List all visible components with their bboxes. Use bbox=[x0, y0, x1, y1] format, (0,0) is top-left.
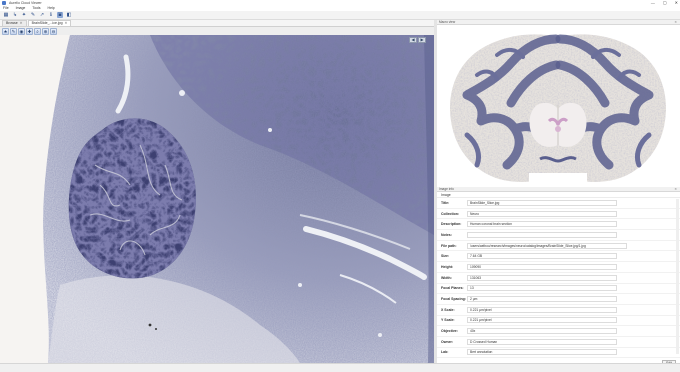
info-label: Height: bbox=[441, 264, 454, 269]
info-value-field[interactable]: Bert annotation bbox=[467, 349, 617, 356]
info-label: Objective: bbox=[441, 329, 458, 334]
close-icon[interactable]: ✕ bbox=[20, 21, 23, 26]
info-value-field[interactable] bbox=[467, 231, 617, 238]
brain-thumbnail bbox=[437, 25, 680, 187]
slide-overview[interactable] bbox=[437, 25, 680, 187]
crosshair-icon[interactable]: ✚ bbox=[26, 27, 33, 35]
info-row: Collection: Neuro bbox=[437, 209, 680, 220]
info-value-field[interactable]: /users/aelbou/research/images/neuro/cata… bbox=[467, 242, 627, 249]
info-row: Focal Planes: 13 bbox=[437, 284, 680, 295]
info-value-field[interactable]: 40x bbox=[467, 328, 617, 335]
info-value-field[interactable]: Human coronal brain section bbox=[467, 221, 617, 228]
info-label: Focal Spacing: bbox=[441, 297, 466, 302]
info-label: Lab: bbox=[441, 350, 449, 355]
info-value-field[interactable]: 0.221 µm/pixel bbox=[467, 317, 617, 324]
info-row: Objective: 40x bbox=[437, 326, 680, 337]
info-row: Height: 109090 bbox=[437, 262, 680, 273]
view-icon[interactable]: ◧ bbox=[66, 12, 72, 18]
info-row: Title: BrainSlide_Slice.jpg bbox=[437, 198, 680, 209]
info-label: Focal Planes: bbox=[441, 286, 464, 291]
tissue-section bbox=[0, 35, 434, 363]
info-label: X Scale: bbox=[441, 307, 455, 312]
eye-icon[interactable]: ◉ bbox=[18, 27, 25, 35]
info-icon[interactable]: ℹ bbox=[48, 12, 54, 18]
tab-brainslide[interactable]: BrainSlide_...ice.jpg ✕ bbox=[27, 20, 72, 26]
zoom-in-icon[interactable]: ⊕ bbox=[42, 27, 49, 35]
info-row: Owner: D Crossed Human bbox=[437, 337, 680, 348]
info-value-field[interactable]: BrainSlide_Slice.jpg bbox=[467, 199, 617, 206]
image-info-panel: Image Title: BrainSlide_Slice.jpg Collecti… bbox=[437, 192, 680, 368]
grid-icon[interactable]: ▦ bbox=[3, 12, 9, 18]
tab-label: Browse bbox=[6, 21, 18, 25]
info-scrollbar[interactable] bbox=[676, 199, 679, 354]
previous-arrow-icon[interactable]: ◀ bbox=[409, 37, 417, 43]
app-icon bbox=[2, 1, 6, 5]
tab-browse[interactable]: Browse ✕ bbox=[2, 20, 27, 26]
info-label: Collection: bbox=[441, 211, 460, 216]
open-icon[interactable]: ↳ bbox=[12, 12, 18, 18]
star-icon[interactable]: ★ bbox=[2, 27, 9, 35]
info-label: Y Scale: bbox=[441, 318, 455, 323]
info-rows: Title: BrainSlide_Slice.jpg Collection: Neu… bbox=[437, 198, 680, 359]
info-label: Owner: bbox=[441, 339, 454, 344]
info-value-field[interactable]: 13 bbox=[467, 285, 617, 292]
pen-icon[interactable]: ✎ bbox=[30, 12, 36, 18]
side-panel: Macro view ✕ Image info ✕ Image Title: B… bbox=[437, 20, 680, 368]
info-label: Description: bbox=[441, 222, 462, 227]
info-row: Notes: bbox=[437, 230, 680, 241]
info-label: Notes: bbox=[441, 232, 452, 237]
info-row: File path: /users/aelbou/research/images/… bbox=[437, 241, 680, 252]
info-row: Description: Human coronal brain section bbox=[437, 219, 680, 231]
info-value-field[interactable]: 0.221 µm/pixel bbox=[467, 306, 617, 313]
info-value-field[interactable]: Neuro bbox=[467, 210, 617, 217]
info-row: Y Scale: 0.221 µm/pixel bbox=[437, 316, 680, 327]
info-value-field[interactable]: 131063 bbox=[467, 274, 617, 281]
info-value-field[interactable]: 2 µm bbox=[467, 296, 617, 303]
pen-icon[interactable]: ✎ bbox=[10, 27, 17, 35]
info-value-field[interactable]: 7.64 GB bbox=[467, 253, 617, 260]
close-icon[interactable]: ✕ bbox=[65, 21, 68, 26]
info-label: Size: bbox=[441, 254, 450, 259]
magnifier-icon[interactable]: ⌕ bbox=[34, 27, 41, 35]
info-value-field[interactable]: D Crossed Human bbox=[467, 338, 617, 345]
slide-nav: ◀ ▶ bbox=[409, 37, 426, 43]
info-label: File path: bbox=[441, 243, 457, 248]
viewer-toolbar: ★ ✎ ◉ ✚ ⌕ ⊕ ⊖ bbox=[0, 27, 434, 35]
info-label: Title: bbox=[441, 200, 450, 205]
overview-title-text: Macro view bbox=[439, 20, 456, 24]
info-row: Size: 7.64 GB bbox=[437, 251, 680, 263]
info-row: Focal Spacing: 2 µm bbox=[437, 294, 680, 305]
tool-icon[interactable]: ✦ bbox=[21, 12, 27, 18]
zoom-out-icon[interactable]: ⊖ bbox=[50, 27, 57, 35]
main-toolbar: ▦ ↳ ✦ ✎ ↗ ℹ ▣ ◧ bbox=[0, 11, 680, 20]
info-row: Lab: Bert annotation bbox=[437, 348, 680, 359]
window-icon[interactable]: ▣ bbox=[57, 12, 63, 18]
status-bar bbox=[0, 363, 680, 372]
info-row: X Scale: 0.221 µm/pixel bbox=[437, 305, 680, 316]
info-title-text: Image info bbox=[439, 187, 454, 191]
slide-image[interactable]: ◀ ▶ bbox=[0, 35, 434, 363]
viewer-pane: Browse ✕ BrainSlide_...ice.jpg ✕ ★ ✎ ◉ ✚… bbox=[0, 20, 434, 363]
next-arrow-icon[interactable]: ▶ bbox=[418, 37, 426, 43]
info-label: Width: bbox=[441, 275, 452, 280]
tab-label: BrainSlide_...ice.jpg bbox=[31, 21, 63, 25]
info-row: Width: 131063 bbox=[437, 273, 680, 284]
annotate-icon[interactable]: ↗ bbox=[39, 12, 45, 18]
info-value-field[interactable]: 109090 bbox=[467, 263, 617, 270]
tab-bar: Browse ✕ BrainSlide_...ice.jpg ✕ bbox=[0, 20, 434, 27]
